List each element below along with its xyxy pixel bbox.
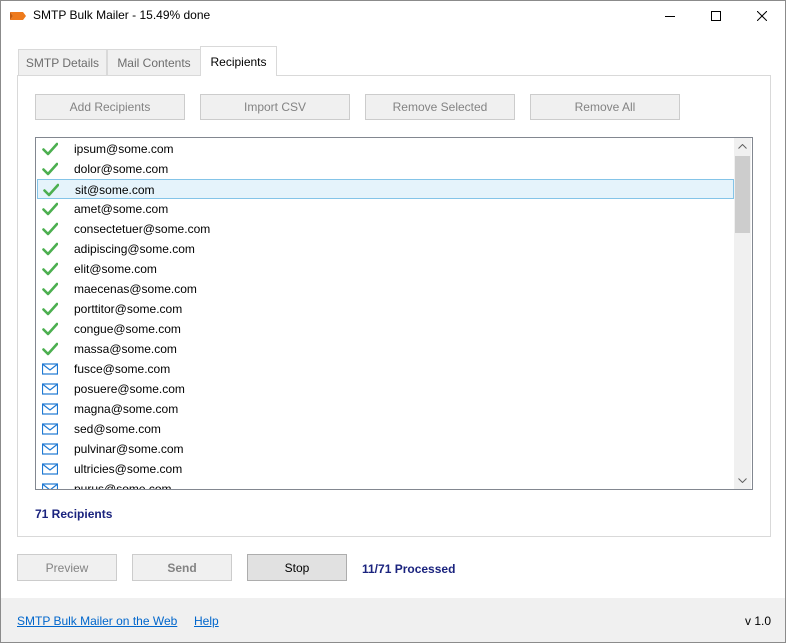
scroll-down-button[interactable]	[734, 472, 751, 489]
recipient-email: massa@some.com	[74, 342, 177, 356]
recipient-count: 71 Recipients	[35, 507, 113, 521]
envelope-icon	[42, 483, 58, 489]
recipient-email: fusce@some.com	[74, 362, 171, 376]
check-icon	[42, 222, 58, 236]
recipient-email: porttitor@some.com	[74, 302, 183, 316]
envelope-icon	[42, 423, 58, 435]
check-icon	[42, 262, 58, 276]
import-csv-button[interactable]: Import CSV	[200, 94, 350, 120]
recipient-email: amet@some.com	[74, 202, 169, 216]
tab-recipients[interactable]: Recipients	[200, 46, 277, 76]
close-icon	[757, 11, 767, 21]
remove-all-button[interactable]: Remove All	[530, 94, 680, 120]
recipient-list-items: ipsum@some.com dolor@some.com sit@some.com…	[36, 138, 734, 489]
list-item[interactable]: pulvinar@some.com	[37, 439, 734, 459]
check-icon	[42, 302, 58, 316]
recipient-email: ultricies@some.com	[74, 462, 183, 476]
maximize-button[interactable]	[693, 1, 739, 31]
minimize-icon	[665, 16, 675, 17]
list-item[interactable]: purus@some.com	[37, 479, 734, 489]
status-bar: SMTP Bulk Mailer on the Web Help v 1.0	[1, 598, 785, 642]
check-icon	[42, 162, 58, 176]
app-icon	[10, 12, 26, 20]
list-item[interactable]: consectetuer@some.com	[37, 219, 734, 239]
check-icon	[42, 322, 58, 336]
recipient-email: sed@some.com	[74, 422, 161, 436]
maximize-icon	[711, 11, 721, 21]
recipient-email: posuere@some.com	[74, 382, 185, 396]
check-icon	[42, 282, 58, 296]
list-item[interactable]: dolor@some.com	[37, 159, 734, 179]
version-label: v 1.0	[744, 614, 771, 628]
scroll-up-button[interactable]	[734, 138, 751, 155]
processed-status: 11/71 Processed	[362, 562, 456, 576]
add-recipients-button[interactable]: Add Recipients	[35, 94, 185, 120]
help-link[interactable]: Help	[194, 614, 219, 628]
envelope-icon	[42, 443, 58, 455]
window-title: SMTP Bulk Mailer - 15.49% done	[33, 8, 211, 22]
envelope-icon	[42, 363, 58, 375]
close-button[interactable]	[739, 1, 785, 31]
list-item[interactable]: elit@some.com	[37, 259, 734, 279]
title-bar[interactable]: SMTP Bulk Mailer - 15.49% done	[1, 1, 785, 31]
recipient-list[interactable]: ipsum@some.com dolor@some.com sit@some.com…	[35, 137, 753, 490]
stop-button[interactable]: Stop	[247, 554, 347, 581]
envelope-icon	[42, 403, 58, 415]
list-item[interactable]: sed@some.com	[37, 419, 734, 439]
recipient-email: magna@some.com	[74, 402, 179, 416]
list-item[interactable]: porttitor@some.com	[37, 299, 734, 319]
list-item[interactable]: fusce@some.com	[37, 359, 734, 379]
list-item[interactable]: massa@some.com	[37, 339, 734, 359]
recipient-email: maecenas@some.com	[74, 282, 197, 296]
check-icon	[42, 202, 58, 216]
check-icon	[42, 142, 58, 156]
list-item[interactable]: ultricies@some.com	[37, 459, 734, 479]
recipient-email: purus@some.com	[74, 482, 172, 489]
chevron-up-icon	[738, 144, 747, 149]
recipient-email: sit@some.com	[75, 183, 155, 197]
preview-button[interactable]: Preview	[17, 554, 117, 581]
scroll-thumb[interactable]	[735, 156, 750, 233]
recipient-email: elit@some.com	[74, 262, 157, 276]
recipient-email: congue@some.com	[74, 322, 181, 336]
tab-mail-contents[interactable]: Mail Contents	[107, 49, 201, 75]
list-item[interactable]: adipiscing@some.com	[37, 239, 734, 259]
check-icon	[42, 242, 58, 256]
web-link[interactable]: SMTP Bulk Mailer on the Web	[17, 614, 177, 628]
list-item[interactable]: posuere@some.com	[37, 379, 734, 399]
remove-selected-button[interactable]: Remove Selected	[365, 94, 515, 120]
check-icon	[43, 183, 59, 197]
check-icon	[42, 342, 58, 356]
recipient-email: adipiscing@some.com	[74, 242, 195, 256]
recipient-email: consectetuer@some.com	[74, 222, 211, 236]
tab-smtp-details[interactable]: SMTP Details	[18, 49, 107, 75]
list-item[interactable]: amet@some.com	[37, 199, 734, 219]
list-item[interactable]: magna@some.com	[37, 399, 734, 419]
recipient-email: ipsum@some.com	[74, 142, 174, 156]
list-item[interactable]: ipsum@some.com	[37, 139, 734, 159]
list-item[interactable]: congue@some.com	[37, 319, 734, 339]
main-window: SMTP Bulk Mailer - 15.49% done SMTP Deta…	[0, 0, 786, 643]
minimize-button[interactable]	[647, 1, 693, 31]
send-button[interactable]: Send	[132, 554, 232, 581]
recipient-email: dolor@some.com	[74, 162, 169, 176]
envelope-icon	[42, 463, 58, 475]
list-item[interactable]: maecenas@some.com	[37, 279, 734, 299]
chevron-down-icon	[738, 478, 747, 483]
recipient-email: pulvinar@some.com	[74, 442, 184, 456]
vertical-scrollbar[interactable]	[734, 138, 751, 489]
list-item[interactable]: sit@some.com	[37, 179, 734, 199]
envelope-icon	[42, 383, 58, 395]
